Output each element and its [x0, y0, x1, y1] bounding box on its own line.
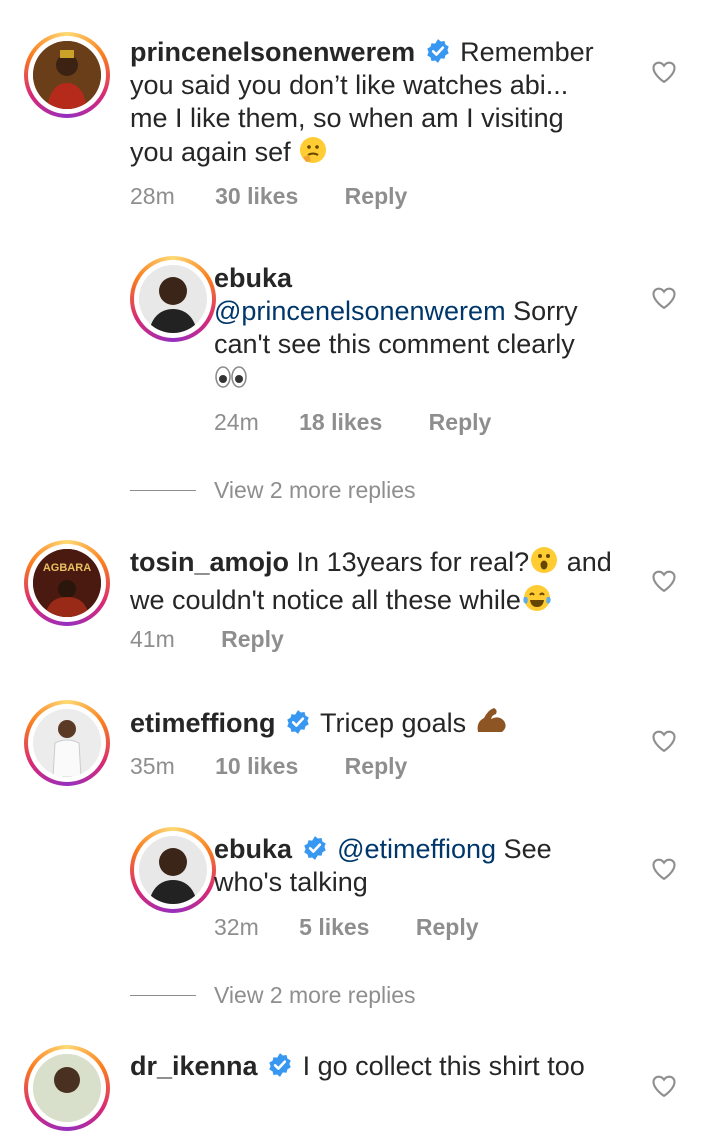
view-more-replies-button[interactable]: View 2 more replies — [130, 475, 530, 505]
mention-link[interactable]: @etimeffiong — [337, 834, 496, 864]
heart-icon[interactable] — [650, 1072, 678, 1100]
tears-of-joy-emoji-icon — [521, 583, 553, 621]
verified-badge-icon — [425, 38, 451, 64]
avatar[interactable]: AGBARA — [24, 540, 110, 626]
avatar-text: AGBARA — [43, 562, 91, 574]
eyes-emoji-icon — [214, 364, 248, 398]
comment-text: Tricep goals — [320, 708, 467, 738]
avatar[interactable] — [24, 32, 110, 118]
heart-icon[interactable] — [650, 727, 678, 755]
view-more-replies-button[interactable]: View 2 more replies — [130, 980, 530, 1010]
username[interactable]: ebuka — [214, 834, 292, 864]
likes-count[interactable]: 18 likes — [299, 407, 382, 437]
likes-count[interactable]: 10 likes — [215, 751, 298, 781]
comment-time: 35m — [130, 753, 175, 779]
reply-button[interactable]: Reply — [416, 912, 479, 942]
likes-count[interactable]: 5 likes — [299, 912, 369, 942]
verified-badge-icon — [267, 1052, 293, 1078]
flexed-biceps-emoji-icon — [474, 706, 508, 744]
comment-time: 32m — [214, 914, 259, 940]
mention-link[interactable]: @princenelsonenwerem — [214, 296, 506, 326]
thinking-face-emoji-icon — [298, 135, 328, 173]
reply-button[interactable]: Reply — [345, 751, 408, 781]
reply-button[interactable]: Reply — [221, 624, 284, 654]
comment-time: 28m — [130, 183, 175, 209]
reply-button[interactable]: Reply — [345, 181, 408, 211]
heart-icon[interactable] — [650, 567, 678, 595]
comment-text: I go collect this shirt too — [302, 1051, 585, 1081]
avatar[interactable] — [130, 256, 216, 342]
username[interactable]: etimeffiong — [130, 708, 276, 738]
username[interactable]: dr_ikenna — [130, 1051, 258, 1081]
divider — [130, 995, 196, 996]
verified-badge-icon — [302, 835, 328, 861]
likes-count[interactable]: 30 likes — [215, 181, 298, 211]
comment-time: 24m — [214, 409, 259, 435]
username[interactable]: princenelsonenwerem — [130, 37, 415, 67]
reply-button[interactable]: Reply — [429, 407, 492, 437]
verified-badge-icon — [285, 709, 311, 735]
username[interactable]: tosin_amojo — [130, 547, 289, 577]
username[interactable]: ebuka — [214, 262, 614, 295]
heart-icon[interactable] — [650, 58, 678, 86]
comment-time: 41m — [130, 626, 175, 652]
heart-icon[interactable] — [650, 855, 678, 883]
comment-text: In 13years for real? — [296, 547, 530, 577]
avatar[interactable] — [130, 827, 216, 913]
avatar[interactable] — [24, 700, 110, 786]
divider — [130, 490, 196, 491]
astonished-face-emoji-icon — [529, 545, 559, 583]
heart-icon[interactable] — [650, 284, 678, 312]
avatar[interactable] — [24, 1045, 110, 1131]
